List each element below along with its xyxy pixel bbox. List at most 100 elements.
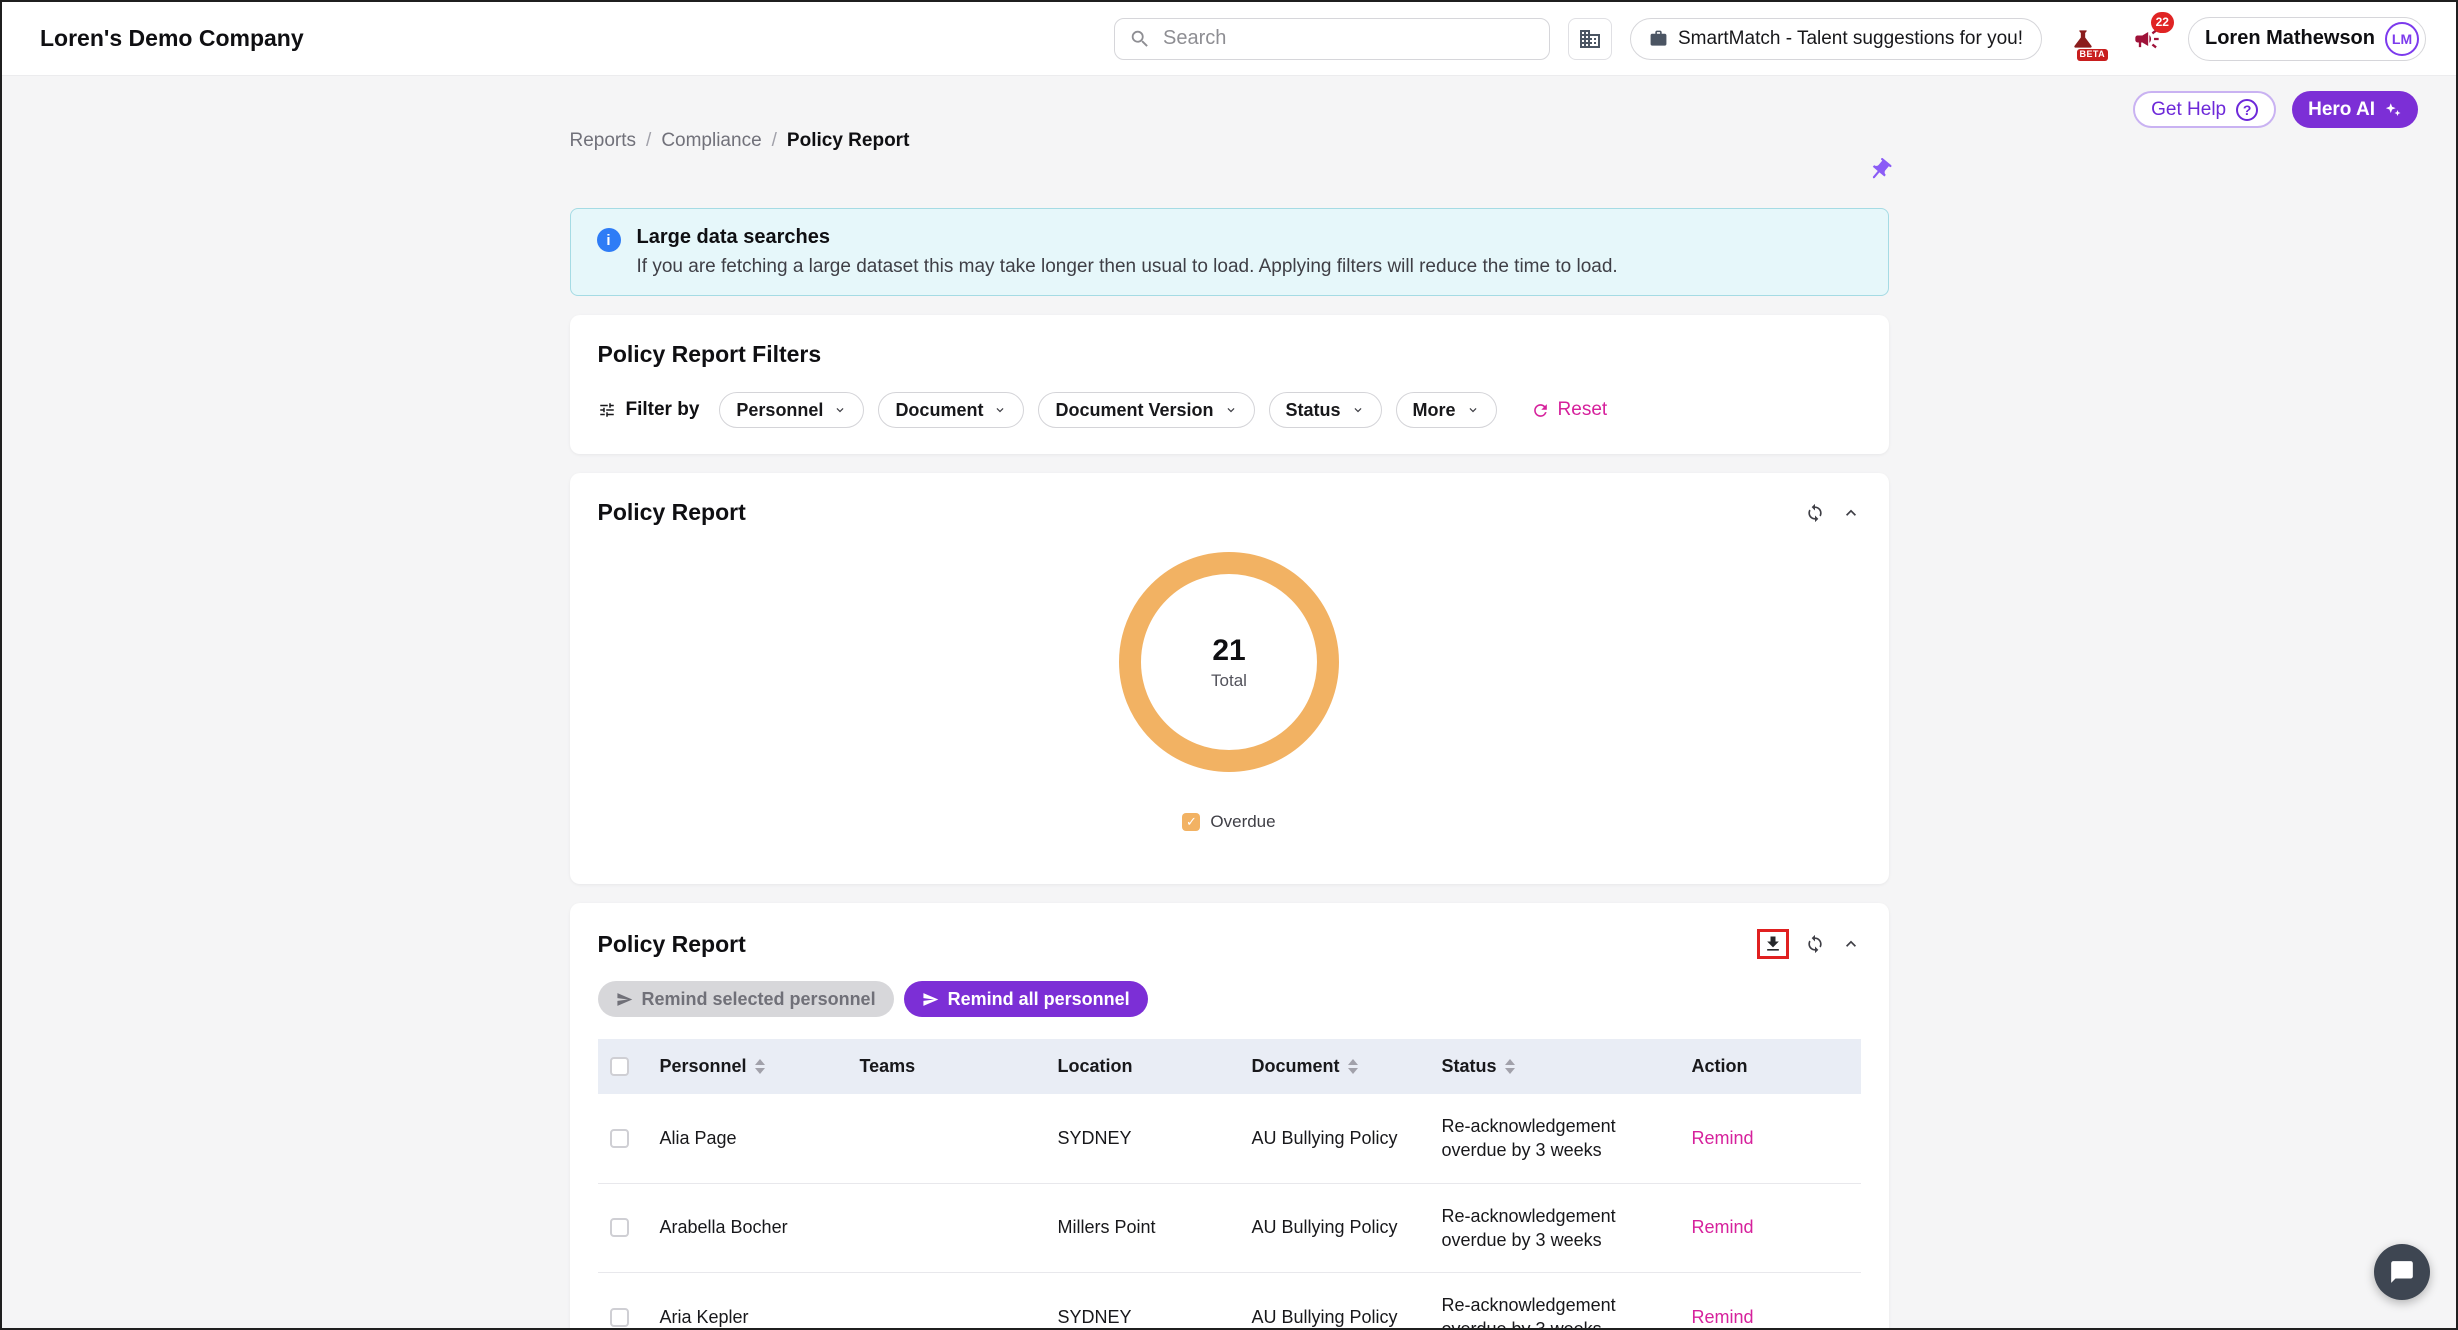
donut-total-value: 21 [1212,634,1245,668]
announcements-button[interactable]: 22 [2124,17,2170,61]
avatar: LM [2385,22,2419,56]
collapse-chevron-icon[interactable] [1841,934,1861,954]
table-header-row: Personnel Teams Location Document Status… [598,1039,1861,1094]
column-header-teams: Teams [860,1056,916,1077]
table-card-head: Policy Report [598,929,1861,959]
cell-document: AU Bullying Policy [1240,1273,1430,1330]
pin-page-icon[interactable] [1867,157,1893,188]
chart-card-icons [1805,503,1861,523]
breadcrumb-policy-report: Policy Report [787,130,909,152]
hero-ai-button[interactable]: Hero AI [2292,91,2418,128]
filter-dropdown-label: Document [895,400,983,421]
chat-bubble-icon [2389,1259,2415,1285]
get-help-button[interactable]: Get Help ? [2133,91,2276,128]
reset-filters-button[interactable]: Reset [1525,398,1614,422]
cell-location: Millers Point [1046,1183,1240,1273]
smartmatch-label: SmartMatch - Talent suggestions for you! [1678,28,2023,50]
get-help-label: Get Help [2151,99,2226,121]
sort-icon[interactable] [1348,1059,1358,1074]
user-menu[interactable]: Loren Mathewson LM [2188,17,2426,61]
legend-overdue-label: Overdue [1210,812,1275,832]
table-row: Aria Kepler SYDNEY AU Bullying Policy Re… [598,1273,1861,1330]
building-icon [1578,27,1602,51]
reset-refresh-icon [1531,401,1550,420]
select-all-checkbox[interactable] [610,1057,629,1076]
smartmatch-button[interactable]: SmartMatch - Talent suggestions for you! [1630,18,2042,60]
column-header-location: Location [1058,1056,1133,1077]
send-icon [922,991,939,1008]
remind-all-label: Remind all personnel [948,989,1130,1010]
info-icon: i [597,228,621,252]
cell-teams [848,1273,1046,1330]
breadcrumb-compliance[interactable]: Compliance [661,130,761,152]
annotation-highlight [1757,929,1789,959]
filter-dropdown-document-version[interactable]: Document Version [1038,392,1254,428]
row-checkbox[interactable] [610,1218,629,1237]
send-icon [616,991,633,1008]
filter-dropdown-label: Status [1286,400,1341,421]
briefcase-icon [1649,29,1668,48]
chevron-down-icon [1466,403,1480,417]
remind-selected-label: Remind selected personnel [642,989,876,1010]
filter-dropdown-personnel[interactable]: Personnel [719,392,864,428]
breadcrumb-separator: / [772,130,777,152]
chat-launcher-button[interactable] [2374,1244,2430,1300]
chart-card-head: Policy Report [598,499,1861,526]
chevron-down-icon [1224,403,1238,417]
policy-report-table-card: Policy Report [570,903,1889,1330]
user-name: Loren Mathewson [2205,27,2375,50]
filter-dropdown-more[interactable]: More [1396,392,1497,428]
cell-teams [848,1183,1046,1273]
refresh-icon[interactable] [1805,934,1825,954]
remind-link[interactable]: Remind [1692,1128,1754,1148]
question-mark-icon: ? [2236,99,2258,121]
remind-all-button[interactable]: Remind all personnel [904,981,1148,1017]
row-checkbox[interactable] [610,1129,629,1148]
donut-chart: 21 Total [1119,552,1339,772]
company-name: Loren's Demo Company [40,25,304,52]
remind-selected-button[interactable]: Remind selected personnel [598,981,894,1017]
remind-link[interactable]: Remind [1692,1217,1754,1237]
organisation-switcher-button[interactable] [1568,18,1612,60]
search-icon [1129,28,1151,50]
chevron-down-icon [993,403,1007,417]
cell-personnel: Arabella Bocher [648,1183,848,1273]
search-input[interactable] [1161,26,1535,51]
column-header-document: Document [1252,1056,1340,1077]
hero-ai-label: Hero AI [2308,99,2375,121]
quick-actions: Get Help ? Hero AI [2133,91,2418,128]
legend-overdue-swatch[interactable]: ✓ [1182,813,1200,831]
row-checkbox[interactable] [610,1308,629,1327]
notification-badge: 22 [2151,12,2174,33]
collapse-chevron-icon[interactable] [1841,503,1861,523]
filter-dropdown-label: Document Version [1055,400,1213,421]
sort-icon[interactable] [755,1059,765,1074]
global-search[interactable] [1114,18,1550,60]
chart-legend: ✓ Overdue [1182,812,1275,832]
filter-dropdown-status[interactable]: Status [1269,392,1382,428]
banner-body: If you are fetching a large dataset this… [637,256,1618,278]
filter-by-label: Filter by [626,399,700,421]
banner-text: Large data searches If you are fetching … [637,226,1618,278]
sort-icon[interactable] [1505,1059,1515,1074]
filter-dropdown-label: Personnel [736,400,823,421]
column-header-action: Action [1692,1056,1748,1077]
filter-dropdown-document[interactable]: Document [878,392,1024,428]
breadcrumb-reports[interactable]: Reports [570,130,637,152]
filters-row: Filter by Personnel Document Document Ve… [598,392,1861,428]
cell-personnel: Aria Kepler [648,1273,848,1330]
table-row: Arabella Bocher Millers Point AU Bullyin… [598,1183,1861,1273]
cell-personnel: Alia Page [648,1094,848,1183]
policy-report-chart-card: Policy Report 21 Total ✓ Overd [570,473,1889,884]
beta-badge: BETA [2077,49,2108,61]
reset-label: Reset [1558,399,1608,421]
column-header-personnel: Personnel [660,1056,747,1077]
remind-link[interactable]: Remind [1692,1307,1754,1327]
refresh-icon[interactable] [1805,503,1825,523]
download-icon[interactable] [1763,934,1783,954]
breadcrumb-separator: / [646,130,651,152]
beta-labs-button[interactable]: BETA [2060,17,2106,61]
table-row: Alia Page SYDNEY AU Bullying Policy Re-a… [598,1094,1861,1183]
top-header: Loren's Demo Company SmartMatch - Talent… [2,2,2456,76]
column-header-status: Status [1442,1056,1497,1077]
